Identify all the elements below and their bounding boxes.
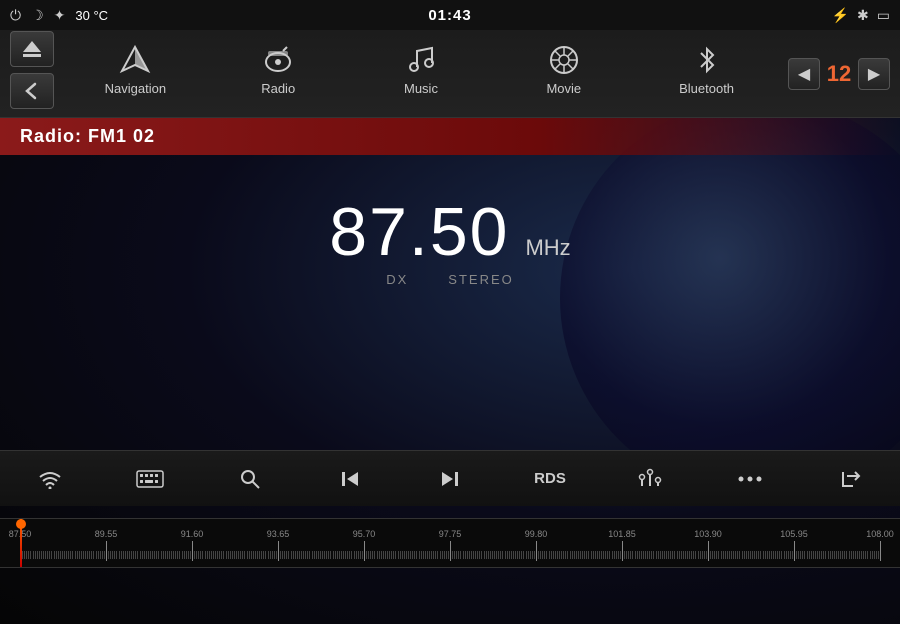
tuner-marker bbox=[20, 519, 22, 567]
status-left: ⏻ ☽ ✦ 30 °C bbox=[10, 7, 108, 24]
bluetooth-status-icon: ✱ bbox=[857, 7, 869, 24]
prev-button[interactable] bbox=[320, 458, 380, 500]
eq-button[interactable] bbox=[620, 458, 680, 500]
battery-icon: ▭ bbox=[877, 7, 890, 24]
rds-button[interactable]: RDS bbox=[520, 458, 580, 500]
planet-decoration bbox=[560, 118, 900, 498]
nav-item-music[interactable]: Music bbox=[376, 39, 466, 100]
frequency-value: 87.50 bbox=[329, 198, 509, 266]
back-button[interactable] bbox=[10, 73, 54, 109]
brightness-icon: ✦ bbox=[54, 7, 66, 24]
nav-item-movie[interactable]: Movie bbox=[519, 39, 609, 100]
clock: 01:43 bbox=[428, 7, 471, 24]
rds-label: RDS bbox=[534, 470, 566, 487]
power-icon: ⏻ bbox=[10, 7, 21, 24]
more-button[interactable] bbox=[720, 458, 780, 500]
channel-number: 12 bbox=[824, 61, 854, 87]
wifi-button[interactable] bbox=[20, 458, 80, 500]
tuner-scale: 87.5089.5591.6093.6595.7097.7599.80101.8… bbox=[0, 519, 900, 567]
nav-label-bluetooth: Bluetooth bbox=[679, 81, 734, 96]
exit-button[interactable] bbox=[820, 458, 880, 500]
bottom-toolbar: RDS bbox=[0, 450, 900, 506]
keyboard-button[interactable] bbox=[120, 458, 180, 500]
freq-labels: DX STEREO bbox=[386, 272, 514, 287]
radio-header: Radio: FM1 02 bbox=[0, 118, 900, 155]
nav-item-bluetooth[interactable]: Bluetooth bbox=[662, 39, 752, 100]
stereo-label: STEREO bbox=[448, 272, 513, 287]
tuner-bar[interactable]: 87.5089.5591.6093.6595.7097.7599.80101.8… bbox=[0, 518, 900, 568]
eject-button[interactable] bbox=[10, 31, 54, 67]
usb-icon: ⚡ bbox=[832, 7, 849, 24]
nav-right-controls: ◀ 12 ▶ bbox=[778, 28, 900, 90]
status-right: ⚡ ✱ ▭ bbox=[832, 7, 890, 24]
scale-inner: 87.5089.5591.6093.6595.7097.7599.80101.8… bbox=[20, 519, 880, 567]
status-bar: ⏻ ☽ ✦ 30 °C 01:43 ⚡ ✱ ▭ bbox=[0, 0, 900, 30]
main-content: Radio: FM1 02 87.50 MHz DX STEREO 87.50 … bbox=[0, 118, 900, 624]
frequency-display: 87.50 MHz DX STEREO bbox=[0, 198, 900, 287]
temperature: 30 °C bbox=[75, 8, 108, 23]
nav-label-radio: Radio bbox=[261, 81, 295, 96]
nav-item-radio[interactable]: Radio bbox=[233, 39, 323, 100]
moon-icon: ☽ bbox=[31, 7, 44, 24]
channel-prev-button[interactable]: ◀ bbox=[788, 58, 820, 90]
nav-item-navigation[interactable]: Navigation bbox=[90, 39, 180, 100]
channel-next-button[interactable]: ▶ bbox=[858, 58, 890, 90]
search-button[interactable] bbox=[220, 458, 280, 500]
nav-label-music: Music bbox=[404, 81, 438, 96]
frequency-unit: MHz bbox=[525, 235, 570, 261]
nav-label-navigation: Navigation bbox=[105, 81, 166, 96]
next-button[interactable] bbox=[420, 458, 480, 500]
nav-label-movie: Movie bbox=[546, 81, 581, 96]
dx-label: DX bbox=[386, 272, 408, 287]
